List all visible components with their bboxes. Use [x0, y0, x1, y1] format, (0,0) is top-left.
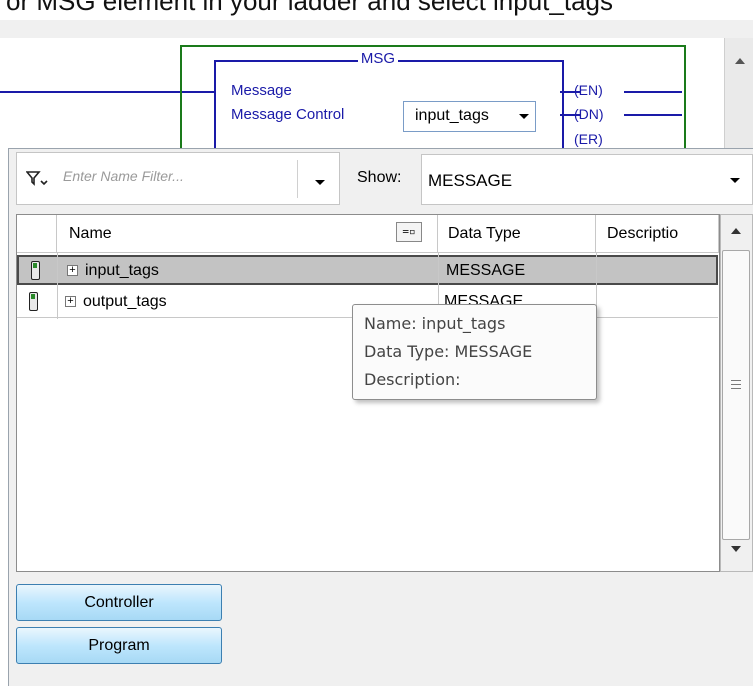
program-scope-button[interactable]: Program — [16, 627, 222, 664]
expand-icon[interactable]: + — [65, 296, 76, 307]
message-control-combo[interactable]: input_tags — [403, 101, 536, 132]
funnel-icon[interactable] — [25, 170, 48, 193]
controller-scope-button[interactable]: Controller — [16, 584, 222, 621]
coil-dn: (DN) — [574, 106, 604, 122]
scroll-up-icon[interactable] — [731, 228, 741, 234]
coil-er: (ER) — [574, 131, 603, 147]
expand-icon[interactable]: + — [67, 265, 78, 276]
show-label: Show: — [357, 169, 402, 186]
ladder-scrollbar[interactable] — [724, 38, 753, 148]
rung-wire-left — [0, 91, 182, 93]
toolbar-strip — [0, 20, 753, 39]
name-filter-placeholder: Enter Name Filter... — [63, 168, 184, 184]
column-header-description[interactable]: Descriptio — [596, 215, 719, 253]
tooltip-name: Name: input_tags — [364, 314, 506, 333]
show-type-value: MESSAGE — [428, 171, 513, 190]
scroll-up-icon[interactable] — [735, 58, 745, 64]
msg-type-label: Message — [231, 82, 292, 99]
column-header-datatype[interactable]: Data Type — [438, 215, 596, 253]
column-header-name-label: Name — [69, 225, 112, 242]
coil-out-wire-en — [624, 91, 682, 93]
chevron-down-icon[interactable] — [730, 178, 740, 183]
tag-name: output_tags — [83, 293, 167, 310]
row-header-corner — [17, 215, 57, 253]
instruction-caption: or MSG element in your ladder and select… — [0, 0, 753, 20]
row-header-divider — [57, 253, 58, 319]
table-row[interactable]: + input_tags MESSAGE — [17, 255, 718, 285]
column-header-name[interactable]: Name — [57, 215, 438, 253]
tag-name: input_tags — [85, 262, 159, 279]
message-tag-icon — [31, 261, 40, 280]
column-header-datatype-label: Data Type — [448, 225, 521, 242]
grip-icon — [731, 380, 741, 392]
tag-data-type: MESSAGE — [446, 262, 526, 279]
show-type-select[interactable]: MESSAGE — [421, 154, 753, 205]
filter-separator — [297, 160, 298, 198]
msg-title: MSG — [360, 50, 396, 67]
tooltip-data-type: Data Type: MESSAGE — [364, 342, 533, 361]
scrollbar-thumb[interactable] — [722, 250, 750, 540]
rung-wire-in — [182, 91, 216, 93]
caption-text: or MSG element in your ladder and select… — [6, 0, 614, 16]
tag-tooltip: Name: input_tags Data Type: MESSAGE Desc… — [352, 304, 597, 400]
tooltip-description: Description: — [364, 370, 461, 389]
column-header-description-label: Descriptio — [607, 225, 679, 242]
scroll-down-icon[interactable] — [731, 546, 741, 552]
column-chooser-icon[interactable]: =▫ — [396, 222, 422, 242]
coil-out-wire-dn — [624, 114, 682, 116]
coil-en: (EN) — [574, 82, 603, 98]
message-tag-icon — [29, 292, 38, 311]
chevron-down-icon[interactable] — [519, 114, 529, 119]
msg-title-bg: MSG — [358, 50, 398, 68]
message-control-value: input_tags — [415, 107, 489, 124]
msg-control-label: Message Control — [231, 106, 345, 123]
filter-dropdown-icon[interactable] — [315, 180, 325, 185]
